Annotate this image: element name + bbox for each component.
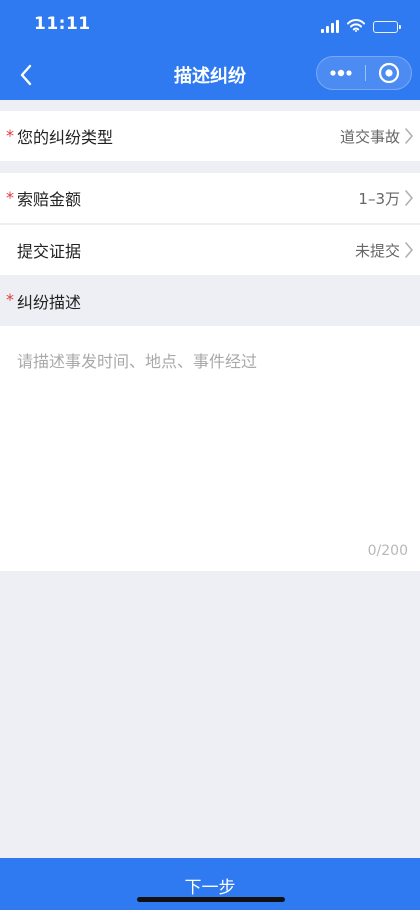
mini-program-capsule [316,56,412,90]
evidence-value: 未提交 [354,241,400,260]
character-counter: 0/200 [367,543,408,559]
claim-amount-row[interactable]: * 索赔金额 1–3万 [0,173,420,223]
nav-bar: 描述纠纷 [0,50,420,100]
chevron-right-icon [404,189,414,207]
close-target-icon[interactable] [366,57,412,89]
description-label: 纠纷描述 [17,293,82,312]
header-bar: 11:11 描述纠纷 [0,0,420,100]
required-mark: * [6,290,14,309]
required-mark: * [6,188,14,207]
dispute-type-value: 道交事故 [339,127,400,146]
required-mark: * [6,126,14,145]
description-textarea[interactable] [17,348,403,528]
next-step-button[interactable]: 下一步 [0,858,420,910]
description-section-header: * 纠纷描述 [0,277,420,325]
home-indicator [137,897,285,902]
signal-icon [321,20,339,33]
evidence-value-group: 未提交 [355,240,414,261]
status-icons [321,17,401,36]
claim-amount-value: 1–3万 [358,189,400,208]
battery-icon [373,20,401,33]
claim-amount-label: 索赔金额 [17,190,82,209]
status-bar: 11:11 [0,0,420,50]
wifi-icon [347,17,365,36]
chevron-right-icon [404,241,414,259]
chevron-right-icon [404,127,414,145]
dispute-type-label: 您的纠纷类型 [17,128,114,147]
claim-amount-value-group: 1–3万 [358,188,414,209]
dispute-type-row[interactable]: * 您的纠纷类型 道交事故 [0,111,420,161]
dispute-type-value-group: 道交事故 [340,126,414,147]
evidence-label: 提交证据 [17,242,82,261]
more-dots-icon[interactable] [317,57,365,89]
status-time: 11:11 [34,14,91,34]
description-box: 0/200 [0,326,420,571]
evidence-row[interactable]: 提交证据 未提交 [0,225,420,275]
